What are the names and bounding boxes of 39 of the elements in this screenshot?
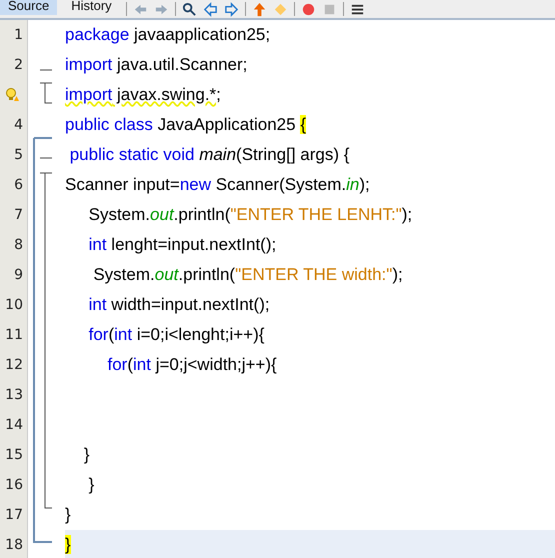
line-number: 14 <box>5 417 23 433</box>
code-line: import javax.swing.*; <box>65 85 221 105</box>
line-number: 17 <box>5 507 23 523</box>
code-line: } <box>88 475 94 495</box>
line-number: 8 <box>14 237 23 253</box>
code-line: int width=input.nextInt(); <box>88 295 270 315</box>
code-line: for(int j=0;j<width;j++){ <box>106 355 277 375</box>
code-line: } <box>65 505 71 525</box>
line-number: 4 <box>14 117 23 133</box>
line-number: 16 <box>5 477 23 493</box>
code-line: for(int i=0;i<lenght;i++){ <box>88 325 264 345</box>
code-line: public static void main(String[] args) { <box>68 145 350 165</box>
line-number: 6 <box>14 177 23 193</box>
arrow-right-icon[interactable] <box>224 2 239 16</box>
code-line: import java.util.Scanner; <box>65 55 248 75</box>
line-number: 10 <box>5 297 23 313</box>
line-number: 12 <box>5 357 23 373</box>
line-number: 1 <box>14 27 23 43</box>
line-number: 13 <box>5 387 23 403</box>
warning-bulb-icon[interactable] <box>5 88 19 102</box>
code-line: public class JavaApplication25 { <box>65 115 306 135</box>
code-line: Scanner input=new Scanner(System.in); <box>65 175 370 195</box>
code-line: System.out.println("ENTER THE LENHT:"); <box>88 205 412 225</box>
line-number: 18 <box>5 537 23 553</box>
line-number: 5 <box>14 147 23 163</box>
line-number: 2 <box>14 57 23 73</box>
arrow-left-icon[interactable] <box>202 2 218 16</box>
code-line: int lenght=input.nextInt(); <box>88 235 276 255</box>
line-number: 11 <box>5 327 23 343</box>
circle-icon[interactable] <box>300 2 316 16</box>
code-line: } <box>82 445 90 465</box>
line-number: 7 <box>14 207 23 223</box>
code-line: System.out.println("ENTER THE width:"); <box>92 265 403 285</box>
line-number: 15 <box>5 447 23 463</box>
search-icon[interactable] <box>182 2 197 16</box>
line-number: 9 <box>14 267 23 283</box>
editor-tab[interactable]: Source <box>0 0 58 15</box>
code-line: package javaapplication25; <box>65 25 270 45</box>
arrow-up-icon[interactable] <box>252 2 267 16</box>
